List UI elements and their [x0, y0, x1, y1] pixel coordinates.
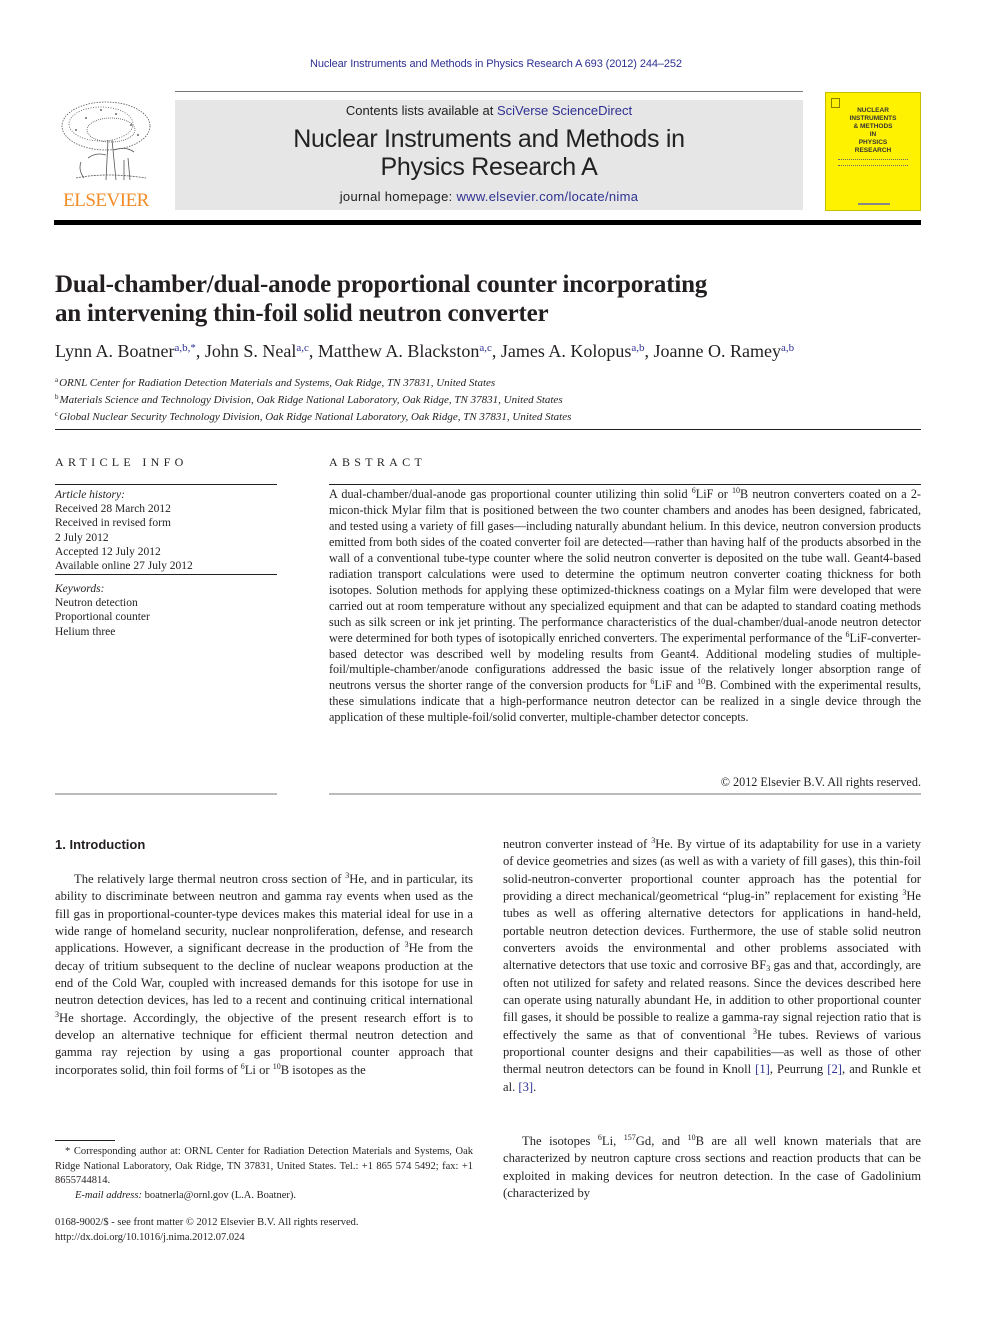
- sciencedirect-link[interactable]: SciVerse ScienceDirect: [497, 103, 632, 118]
- elsevier-tree-icon: [56, 100, 156, 188]
- reference-link[interactable]: [2]: [827, 1062, 842, 1076]
- cover-subtitle: [838, 159, 908, 166]
- affiliation: bMaterials Science and Technology Divisi…: [55, 393, 563, 406]
- article-info-bottom-rule: [55, 793, 277, 795]
- keywords: Keywords: Neutron detection Proportional…: [55, 583, 150, 638]
- header-divider: [55, 429, 921, 430]
- history-entry: Available online 27 July 2012: [55, 560, 193, 573]
- abstract-bottom-rule: [329, 793, 921, 795]
- history-entry: Accepted 12 July 2012: [55, 545, 161, 558]
- journal-citation[interactable]: Nuclear Instruments and Methods in Physi…: [0, 58, 992, 70]
- keywords-divider: [55, 574, 277, 575]
- email-link[interactable]: boatnerla@ornl.gov: [145, 1190, 229, 1201]
- journal-homepage: journal homepage: www.elsevier.com/locat…: [339, 189, 639, 204]
- journal-title: Nuclear Instruments and Methods in Physic…: [293, 125, 685, 181]
- intro-paragraph-1: The relatively large thermal neutron cro…: [55, 871, 473, 1077]
- cover-title: NUCLEAR INSTRUMENTS & METHODS IN PHYSICS…: [849, 107, 897, 154]
- intro-paragraph-1-continued: neutron converter instead of 3He. By vir…: [503, 836, 921, 1094]
- author: Matthew A. Blackston: [317, 341, 480, 361]
- elsevier-logo[interactable]: ELSEVIER: [54, 100, 158, 212]
- contents-availability: Contents lists available at SciVerse Sci…: [345, 103, 633, 118]
- author: Lynn A. Boatner: [55, 341, 175, 361]
- affiliation: cGlobal Nuclear Security Technology Divi…: [55, 410, 572, 423]
- footnote-rule: [55, 1140, 115, 1141]
- masthead-bottom-rule: [54, 220, 921, 225]
- reference-link[interactable]: [3]: [518, 1080, 533, 1094]
- author-list: Lynn A. Boatnera,b,*, John S. Neala,c, M…: [55, 341, 795, 361]
- corresponding-author-footnote: * Corresponding author at: ORNL Center f…: [55, 1146, 473, 1201]
- section-heading-introduction: 1. Introduction: [55, 837, 146, 852]
- reference-link[interactable]: [1]: [755, 1062, 770, 1076]
- abstract-text: A dual-chamber/dual-anode gas proportion…: [329, 486, 921, 725]
- affiliation: aORNL Center for Radiation Detection Mat…: [55, 376, 496, 389]
- keyword: Neutron detection: [55, 597, 138, 610]
- journal-cover-thumbnail[interactable]: NUCLEAR INSTRUMENTS & METHODS IN PHYSICS…: [825, 92, 921, 211]
- author-affiliation-link[interactable]: a,c: [296, 342, 309, 354]
- issn-doi-block: 0168-9002/$ - see front matter © 2012 El…: [55, 1216, 358, 1245]
- article-history: Article history: Received 28 March 2012 …: [55, 489, 193, 573]
- article-title: Dual-chamber/dual-anode proportional cou…: [55, 271, 708, 327]
- doi-link[interactable]: http://dx.doi.org/10.1016/j.nima.2012.07…: [55, 1232, 245, 1243]
- copyright-notice: © 2012 Elsevier B.V. All rights reserved…: [720, 775, 921, 789]
- keyword: Proportional counter: [55, 611, 150, 624]
- masthead-top-rule: [175, 91, 803, 92]
- author: Joanne O. Ramey: [653, 341, 782, 361]
- article-info-divider: [55, 484, 277, 485]
- affiliations: aORNL Center for Radiation Detection Mat…: [55, 373, 571, 424]
- article-info-heading: ARTICLE INFO: [55, 455, 188, 469]
- journal-banner: Contents lists available at SciVerse Sci…: [175, 100, 803, 210]
- author-affiliation-link[interactable]: a,b: [631, 342, 644, 354]
- author-affiliation-link[interactable]: a,b,*: [175, 342, 196, 354]
- intro-paragraph-2: The isotopes 6Li, 157Gd, and 10B are all…: [503, 1133, 921, 1201]
- cover-footer: [858, 203, 890, 205]
- journal-homepage-link[interactable]: www.elsevier.com/locate/nima: [456, 189, 638, 204]
- history-entry: Received in revised form: [55, 517, 171, 530]
- abstract-heading: ABSTRACT: [329, 455, 427, 469]
- cover-publisher-icon: [831, 98, 840, 108]
- keyword: Helium three: [55, 625, 116, 638]
- author-affiliation-link[interactable]: a,c: [479, 342, 492, 354]
- history-entry: 2 July 2012: [55, 531, 109, 544]
- abstract-divider: [329, 484, 921, 485]
- history-entry: Received 28 March 2012: [55, 503, 171, 516]
- author: John S. Neal: [204, 341, 297, 361]
- elsevier-wordmark: ELSEVIER: [63, 190, 149, 211]
- author-affiliation-link[interactable]: a,b: [781, 342, 794, 354]
- author: James A. Kolopus: [500, 341, 632, 361]
- issn-line: 0168-9002/$ - see front matter © 2012 El…: [55, 1217, 359, 1228]
